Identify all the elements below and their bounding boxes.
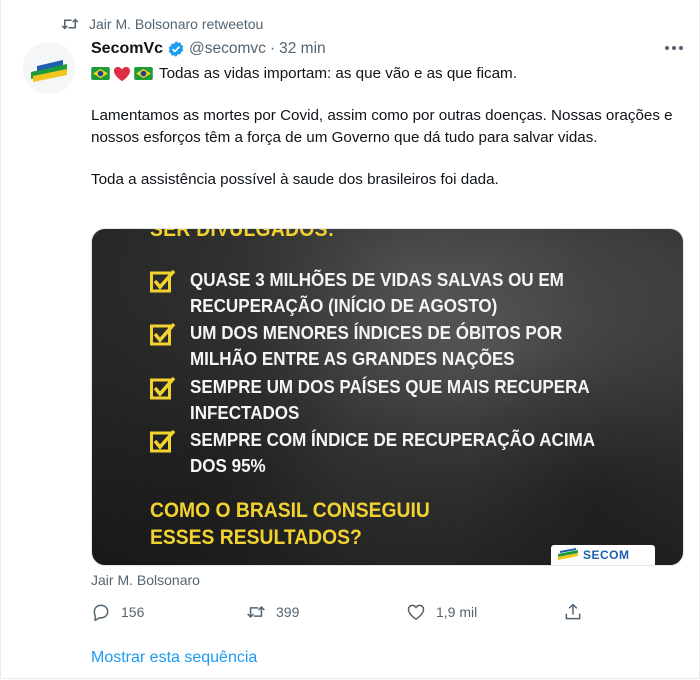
like-count: 1,9 mil (436, 604, 478, 620)
reply-icon (93, 604, 109, 622)
media-question-line: COMO O BRASIL CONSEGUIU (150, 499, 430, 522)
media-check-item: SEMPRE UM DOS PAÍSES QUE MAIS RECUPERA I… (150, 374, 624, 426)
media-item-line: DOS 95% (190, 455, 266, 476)
more-options-icon (665, 46, 683, 50)
author-display-name[interactable]: SecomVc (91, 40, 163, 58)
media-top-text: SER DIVULGADOS: (150, 228, 335, 241)
retweet-icon (61, 18, 79, 30)
tweet-line1-text: Todas as vidas importam: as que vão e as… (159, 64, 517, 82)
tweet-timestamp[interactable]: 32 min (279, 40, 326, 58)
reply-count: 156 (121, 604, 145, 620)
checkbox-checked-icon (150, 269, 176, 293)
tweet-actions: 156 399 1,9 mil (91, 602, 591, 628)
avatar[interactable] (23, 42, 75, 94)
tweet-paragraph-2: Lamentamos as mortes por Covid, assim co… (91, 107, 673, 146)
retweet-label[interactable]: Jair M. Bolsonaro retweetou (89, 16, 263, 32)
reply-button[interactable]: 156 (91, 602, 144, 622)
secom-badge-text: SECOM (583, 548, 630, 562)
tweet-paragraph-3: Toda a assistência possível à saude dos … (91, 171, 499, 188)
secom-logo-icon (23, 42, 75, 94)
separator-dot: · (269, 40, 276, 57)
retweet-count: 399 (276, 604, 300, 620)
share-icon (565, 603, 581, 620)
media-question: COMO O BRASIL CONSEGUIU ESSES RESULTADOS… (150, 497, 430, 551)
more-options-button[interactable] (663, 40, 685, 56)
media-check-item: SEMPRE COM ÍNDICE DE RECUPERAÇÃO ACIMA D… (150, 427, 630, 479)
media-question-line: ESSES RESULTADOS? (150, 526, 362, 549)
retweet-header: Jair M. Bolsonaro retweetou (61, 14, 263, 34)
retweet-button[interactable]: 399 (246, 602, 299, 622)
author-row: SecomVc @secomvc · 32 min (91, 38, 326, 60)
retweeted-by-label[interactable]: Jair M. Bolsonaro (91, 572, 200, 588)
share-button[interactable] (563, 602, 583, 622)
retweet-icon (247, 605, 265, 619)
like-button[interactable]: 1,9 mil (406, 602, 477, 622)
show-thread-link[interactable]: Mostrar esta sequência (91, 649, 257, 667)
checkbox-checked-icon (150, 429, 176, 453)
secom-logo-icon (558, 548, 578, 560)
tweet-first-line: Todas as vidas importam: as que vão e as… (91, 63, 681, 84)
red-heart-icon (114, 66, 130, 81)
media-item-line: SEMPRE COM ÍNDICE DE RECUPERAÇÃO ACIMA (190, 429, 596, 450)
verified-badge-icon (168, 41, 184, 57)
tweet-media-image[interactable]: SER DIVULGADOS: QUASE 3 MILHÕES DE VIDAS… (91, 228, 684, 566)
media-item-line: QUASE 3 MILHÕES DE VIDAS SALVAS OU EM (190, 269, 564, 290)
checkbox-checked-icon (150, 376, 176, 400)
media-item-line: SEMPRE UM DOS PAÍSES QUE MAIS RECUPERA (190, 376, 590, 397)
brazil-flag-icon (91, 67, 110, 80)
secom-badge: SECOM (551, 545, 655, 565)
media-item-line: MILHÃO ENTRE AS GRANDES NAÇÕES (190, 348, 515, 369)
brazil-flag-icon (134, 67, 153, 80)
checkbox-checked-icon (150, 322, 176, 346)
media-item-line: UM DOS MENORES ÍNDICES DE ÓBITOS POR (190, 322, 563, 343)
tweet-card[interactable]: Jair M. Bolsonaro retweetou SecomVc @sec… (0, 0, 700, 679)
media-item-line: RECUPERAÇÃO (INÍCIO DE AGOSTO) (190, 295, 498, 316)
heart-icon (407, 604, 425, 620)
author-handle[interactable]: @secomvc (189, 40, 266, 58)
media-check-item: UM DOS MENORES ÍNDICES DE ÓBITOS POR MIL… (150, 320, 595, 372)
media-check-item: QUASE 3 MILHÕES DE VIDAS SALVAS OU EM RE… (150, 267, 596, 319)
media-item-line: INFECTADOS (190, 402, 300, 423)
tweet-text: Todas as vidas importam: as que vão e as… (91, 63, 681, 191)
